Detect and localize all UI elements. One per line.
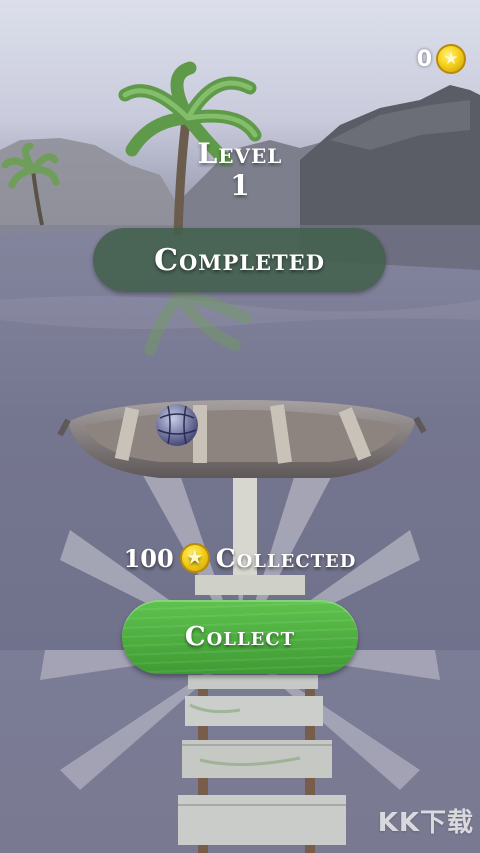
star-coin-icon: ★ (179, 543, 210, 573)
player-ball (156, 404, 198, 446)
coin-counter: 0 ★ (417, 44, 466, 74)
rowboat (57, 400, 427, 478)
reward-summary: 100 ★ Collected (0, 543, 480, 573)
watermark-logo: KK下载 (377, 808, 474, 838)
completed-banner: Completed (93, 228, 386, 292)
reward-label: Collected (215, 543, 357, 573)
collect-button[interactable]: Collect (122, 600, 358, 674)
collect-button-label: Collect (184, 622, 296, 652)
level-number: 1 (230, 169, 250, 202)
reward-amount: 100 (123, 543, 174, 573)
level-label: Level (197, 137, 283, 170)
coin-count: 0 (416, 46, 432, 72)
completed-text: Completed (154, 242, 325, 278)
level-title: Level 1 (0, 137, 480, 201)
scene-background (0, 61, 480, 853)
star-coin-icon: ★ (436, 44, 466, 74)
game-scene: 0 ★ Level 1 Completed 100 ★ Collected Co… (0, 0, 480, 853)
